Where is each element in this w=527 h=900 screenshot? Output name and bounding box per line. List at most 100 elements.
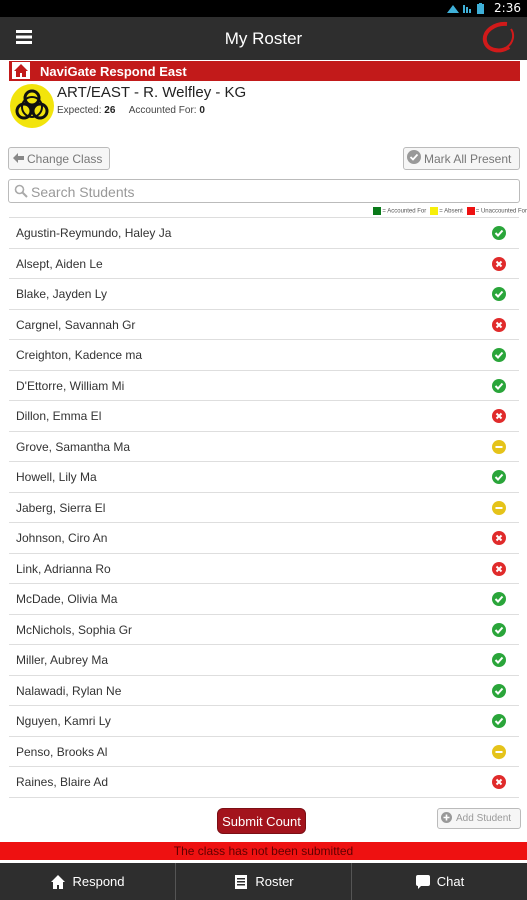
student-row[interactable]: Alsept, Aiden Le (9, 249, 519, 279)
status-legend: = Accounted For = Absent = Unaccounted F… (373, 206, 527, 216)
student-name: Raines, Blaire Ad (16, 775, 109, 789)
tab-respond-label: Respond (72, 874, 125, 889)
x-status-icon[interactable] (492, 531, 506, 545)
legend-accounted: = Accounted For (373, 207, 426, 215)
legend-unaccounted-label: = Unaccounted For (475, 208, 527, 215)
student-row[interactable]: Nalawadi, Rylan Ne (9, 676, 519, 706)
arrow-left-icon (13, 152, 24, 166)
x-status-icon[interactable] (492, 775, 506, 789)
minus-status-icon[interactable] (492, 744, 506, 759)
check-status-icon[interactable] (492, 348, 506, 362)
school-bar: NaviGate Respond East (9, 61, 520, 81)
student-row[interactable]: Grove, Samantha Ma (9, 432, 519, 462)
student-row[interactable]: Agustin-Reymundo, Haley Ja (9, 218, 519, 249)
page-title: My Roster (224, 29, 303, 48)
legend-swatch-accounted (373, 207, 382, 215)
student-name: Link, Adrianna Ro (16, 561, 111, 576)
check-status-icon[interactable] (492, 226, 506, 240)
student-name: Blake, Jayden Ly (16, 287, 107, 301)
signal-battery-icons (447, 3, 484, 14)
check-status-icon[interactable] (492, 683, 506, 698)
student-row[interactable]: Johnson, Ciro An (9, 523, 519, 554)
check-status-icon[interactable] (492, 592, 506, 606)
student-row[interactable]: Jaberg, Sierra El (9, 493, 519, 523)
check-status-icon[interactable] (492, 653, 506, 667)
student-name: Grove, Samantha Ma (16, 439, 131, 454)
add-student-button[interactable]: Add Student (437, 808, 521, 829)
student-name: Jaberg, Sierra El (16, 500, 106, 515)
minus-status-icon[interactable] (492, 439, 506, 454)
home-icon[interactable] (12, 62, 30, 79)
expected-value: 26 (104, 105, 116, 116)
change-class-button[interactable]: Change Class (8, 147, 110, 170)
x-status-icon[interactable] (492, 409, 506, 423)
minus-status-icon[interactable] (492, 500, 506, 515)
tab-respond[interactable]: Respond (0, 863, 176, 900)
legend-swatch-unaccounted (466, 207, 475, 215)
roster-icon (235, 874, 248, 889)
student-name: Johnson, Ciro An (16, 531, 108, 545)
student-row[interactable]: McDade, Olivia Ma (9, 584, 519, 615)
student-row[interactable]: Creighton, Kadence ma (9, 340, 519, 371)
submission-notice: The class has not been submitted (0, 842, 527, 860)
student-row[interactable]: Blake, Jayden Ly (9, 279, 519, 310)
tab-roster[interactable]: Roster (176, 863, 352, 900)
check-status-icon[interactable] (492, 287, 506, 301)
student-row[interactable]: Cargnel, Savannah Gr (9, 310, 519, 340)
class-info: ART/EAST - R. Welfley - KG Expected: 26 … (9, 83, 520, 133)
search-box (8, 179, 520, 203)
change-class-label: Change Class (27, 151, 103, 166)
expected-label: Expected: (57, 105, 102, 116)
student-row[interactable]: Dillon, Emma El (9, 401, 519, 432)
student-row[interactable]: Nguyen, Kamri Ly (9, 706, 519, 737)
class-counts: Expected: 26 Accounted For: 0 (57, 105, 205, 116)
student-name: Howell, Lily Ma (16, 470, 97, 484)
student-row[interactable]: Link, Adrianna Ro (9, 554, 519, 584)
check-status-icon[interactable] (492, 622, 506, 637)
tab-chat-label: Chat (436, 874, 465, 889)
student-row[interactable]: Miller, Aubrey Ma (9, 645, 519, 676)
check-status-icon[interactable] (492, 470, 506, 484)
student-name: Nalawadi, Rylan Ne (16, 683, 122, 698)
x-status-icon[interactable] (492, 256, 506, 271)
mark-all-present-label: Mark All Present (424, 151, 512, 166)
legend-accounted-label: = Accounted For (382, 208, 427, 215)
submit-count-button[interactable]: Submit Count (217, 808, 306, 834)
system-status-bar: 2:36 (0, 0, 527, 17)
x-status-icon[interactable] (492, 317, 506, 332)
check-status-icon[interactable] (492, 378, 506, 393)
legend-absent: = Absent (430, 207, 463, 215)
student-name: Agustin-Reymundo, Haley Ja (16, 226, 172, 240)
accounted-label: Accounted For: (128, 105, 197, 116)
student-row[interactable]: Penso, Brooks Al (9, 737, 519, 767)
chat-icon (415, 874, 430, 889)
clock: 2:36 (494, 1, 521, 15)
biohazard-icon (10, 84, 54, 128)
accounted-value: 0 (199, 105, 205, 116)
student-name: McDade, Olivia Ma (16, 592, 118, 606)
bottom-tab-bar: Respond Roster Chat (0, 863, 527, 900)
check-status-icon[interactable] (492, 714, 506, 728)
home-icon (51, 874, 66, 889)
student-name: McNichols, Sophia Gr (16, 622, 133, 637)
student-row[interactable]: Raines, Blaire Ad (9, 767, 519, 798)
school-name: NaviGate Respond East (40, 64, 187, 79)
add-student-label: Add Student (456, 813, 512, 824)
legend-swatch-absent (430, 207, 439, 215)
tab-chat[interactable]: Chat (352, 863, 527, 900)
mark-all-present-button[interactable]: Mark All Present (403, 147, 520, 170)
student-name: Cargnel, Savannah Gr (16, 317, 136, 332)
student-name: Alsept, Aiden Le (16, 256, 103, 271)
search-input[interactable] (31, 182, 511, 201)
student-row[interactable]: McNichols, Sophia Gr (9, 615, 519, 645)
student-row[interactable]: D'Ettorre, William Mi (9, 371, 519, 401)
student-row[interactable]: Howell, Lily Ma (9, 462, 519, 493)
tab-roster-label: Roster (255, 874, 294, 889)
search-icon (14, 184, 28, 198)
student-name: Dillon, Emma El (16, 409, 102, 423)
add-circle-icon (441, 811, 452, 826)
app-header: My Roster (0, 17, 527, 60)
x-status-icon[interactable] (492, 561, 506, 576)
student-name: Nguyen, Kamri Ly (16, 714, 111, 728)
legend-absent-label: = Absent (439, 208, 463, 215)
